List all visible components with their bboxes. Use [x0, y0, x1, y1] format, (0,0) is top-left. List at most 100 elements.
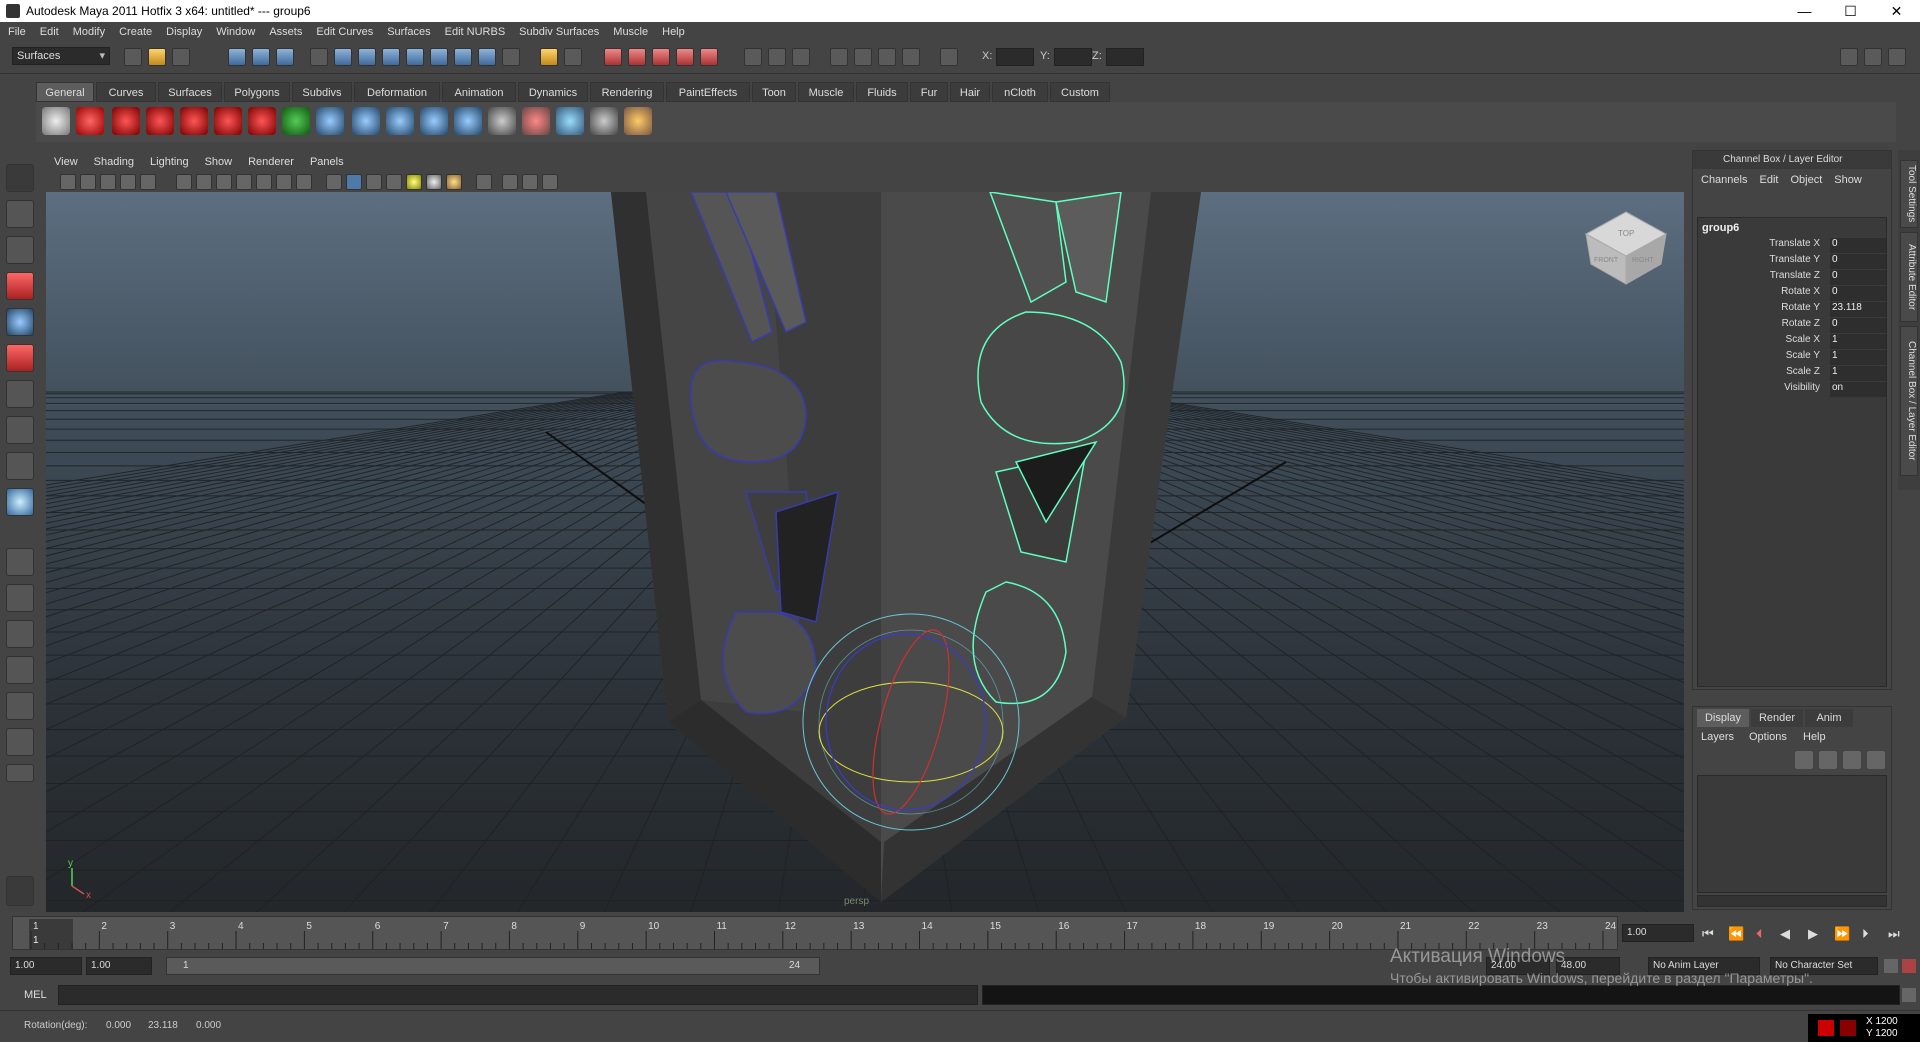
- layers-menu-help[interactable]: Help: [1803, 731, 1826, 743]
- step-forward-key-icon[interactable]: ⏩: [1834, 926, 1850, 942]
- script-editor-icon[interactable]: [1902, 988, 1916, 1002]
- snap-point-icon[interactable]: [652, 48, 670, 66]
- menu-edit[interactable]: Edit: [40, 26, 59, 38]
- safe-title-icon[interactable]: [296, 174, 312, 190]
- cb-menu-object[interactable]: Object: [1790, 174, 1822, 186]
- pencil-curve-icon[interactable]: [180, 107, 208, 135]
- channel-row[interactable]: Translate Y 0: [1698, 254, 1888, 270]
- select-hierarchy-icon[interactable]: [228, 48, 246, 66]
- joint-tool-icon[interactable]: [352, 107, 380, 135]
- two-d-pan-icon[interactable]: [140, 174, 156, 190]
- tab-subdivs[interactable]: Subdivs: [292, 82, 352, 102]
- move-tool-icon[interactable]: [6, 272, 34, 300]
- channel-row[interactable]: Rotate Y 23.118: [1698, 302, 1888, 318]
- revolve-icon[interactable]: [282, 107, 310, 135]
- universal-manipulator-icon[interactable]: [6, 380, 34, 408]
- menu-assets[interactable]: Assets: [269, 26, 302, 38]
- select-misc-icon[interactable]: [502, 48, 520, 66]
- wireframe-on-shaded-icon[interactable]: [366, 174, 382, 190]
- maximize-button[interactable]: ☐: [1828, 0, 1873, 22]
- field-chart-icon[interactable]: [256, 174, 272, 190]
- cb-menu-show[interactable]: Show: [1834, 174, 1862, 186]
- go-to-start-icon[interactable]: ⏮: [1702, 926, 1714, 942]
- channel-value[interactable]: 23.118: [1830, 302, 1886, 317]
- hypershade-layout-icon[interactable]: [6, 728, 34, 756]
- tab-fur[interactable]: Fur: [910, 82, 948, 102]
- channel-row[interactable]: Rotate Z 0: [1698, 318, 1888, 334]
- lasso-tool-icon[interactable]: [6, 200, 34, 228]
- view-cube[interactable]: TOP FRONT RIGHT: [1584, 211, 1668, 285]
- select-joints-icon[interactable]: [358, 48, 376, 66]
- channel-row[interactable]: Visibility on: [1698, 382, 1888, 398]
- help-question-icon[interactable]: [76, 107, 104, 135]
- two-pane-layout-icon[interactable]: [6, 656, 34, 684]
- channel-row[interactable]: Scale Z 1: [1698, 366, 1888, 382]
- menu-modify[interactable]: Modify: [73, 26, 105, 38]
- auto-key-icon[interactable]: [1884, 959, 1898, 973]
- tab-tool-settings[interactable]: Tool Settings: [1900, 160, 1918, 228]
- play-backwards-icon[interactable]: ◀: [1780, 926, 1790, 942]
- smooth-shade-icon[interactable]: [346, 174, 362, 190]
- select-deformations-icon[interactable]: [430, 48, 448, 66]
- snap-curve-icon[interactable]: [628, 48, 646, 66]
- grid-toggle-icon[interactable]: [176, 174, 192, 190]
- tab-animation[interactable]: Animation: [442, 82, 516, 102]
- paint-select-tool-icon[interactable]: [6, 236, 34, 264]
- channel-row[interactable]: Translate Z 0: [1698, 270, 1888, 286]
- loft-icon[interactable]: [248, 107, 276, 135]
- arc-tool-icon[interactable]: [214, 107, 242, 135]
- step-forward-frame-icon[interactable]: ⏵: [1862, 926, 1869, 942]
- channel-row[interactable]: Translate X 0: [1698, 238, 1888, 254]
- shadows-icon[interactable]: [426, 174, 442, 190]
- y-input[interactable]: [1054, 48, 1092, 66]
- layers-menu-layers[interactable]: Layers: [1701, 731, 1734, 743]
- make-live-icon[interactable]: [700, 48, 718, 66]
- ik-spline-icon[interactable]: [420, 107, 448, 135]
- step-back-frame-icon[interactable]: ⏴: [1756, 926, 1763, 942]
- channel-value[interactable]: on: [1830, 382, 1886, 397]
- cv-curve-tool-icon[interactable]: [112, 107, 140, 135]
- channel-value[interactable]: 1: [1830, 350, 1886, 365]
- tab-muscle[interactable]: Muscle: [798, 82, 854, 102]
- ik-handle-icon[interactable]: [386, 107, 414, 135]
- layout-dropdown-icon[interactable]: [6, 764, 34, 782]
- xray-joints-icon[interactable]: [522, 174, 538, 190]
- start-time-field[interactable]: 1.00: [10, 957, 82, 975]
- vp-menu-view[interactable]: View: [54, 156, 78, 168]
- z-input[interactable]: [1106, 48, 1144, 66]
- cb-menu-channels[interactable]: Channels: [1701, 174, 1747, 186]
- channel-value[interactable]: 0: [1830, 286, 1886, 301]
- menu-edit-nurbs[interactable]: Edit NURBS: [445, 26, 506, 38]
- snap-view-plane-icon[interactable]: [676, 48, 694, 66]
- film-reel-icon[interactable]: [42, 107, 70, 135]
- isolate-select-icon[interactable]: [476, 174, 492, 190]
- four-pane-layout-icon[interactable]: [6, 584, 34, 612]
- xray-icon[interactable]: [502, 174, 518, 190]
- paint-effects-icon[interactable]: [624, 107, 652, 135]
- sphere-icon[interactable]: [316, 107, 344, 135]
- menuset-dropdown[interactable]: Surfaces: [12, 47, 110, 65]
- menu-file[interactable]: File: [8, 26, 26, 38]
- tab-deformation[interactable]: Deformation: [354, 82, 440, 102]
- construction-history-icon[interactable]: [792, 48, 810, 66]
- bookmarks-icon[interactable]: [100, 174, 116, 190]
- scale-tool-icon[interactable]: [6, 344, 34, 372]
- tray-mouse-icon[interactable]: [1840, 1020, 1856, 1036]
- mel-label[interactable]: MEL: [24, 989, 47, 1001]
- wireframe-mode-icon[interactable]: [326, 174, 342, 190]
- tab-hair[interactable]: Hair: [950, 82, 990, 102]
- x-input[interactable]: [996, 48, 1034, 66]
- channel-row[interactable]: Scale X 1: [1698, 334, 1888, 350]
- mask-dropdown-icon[interactable]: [310, 48, 328, 66]
- channel-value[interactable]: 0: [1830, 238, 1886, 253]
- bind-skin-icon[interactable]: [454, 107, 482, 135]
- render-view-icon[interactable]: [830, 48, 848, 66]
- new-scene-icon[interactable]: [124, 48, 142, 66]
- letter-box-object[interactable]: [611, 192, 1201, 902]
- channel-value[interactable]: 1: [1830, 334, 1886, 349]
- menu-display[interactable]: Display: [166, 26, 202, 38]
- tab-attribute-editor[interactable]: Attribute Editor: [1900, 232, 1918, 322]
- layers-menu-options[interactable]: Options: [1749, 731, 1787, 743]
- select-object-icon[interactable]: [252, 48, 270, 66]
- open-scene-icon[interactable]: [148, 48, 166, 66]
